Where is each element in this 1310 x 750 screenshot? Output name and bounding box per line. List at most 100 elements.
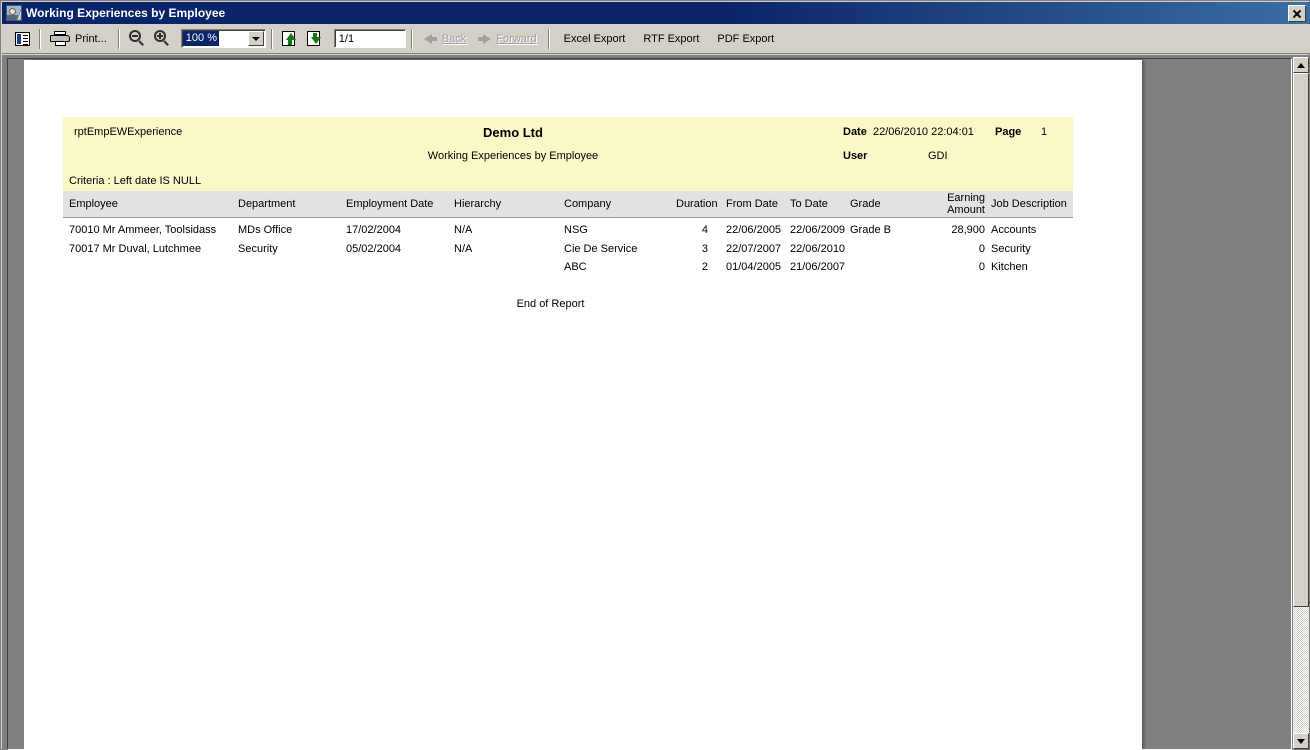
table-row: Security xyxy=(991,243,1031,255)
page-number-value: 1/1 xyxy=(338,32,355,45)
page-up-icon xyxy=(281,30,299,47)
column-header-department: Department xyxy=(238,198,296,210)
table-row: 22/06/2009 xyxy=(790,224,846,236)
table-row: 70010 Mr Ammeer, Toolsidass xyxy=(69,224,217,236)
table-row: 17/02/2004 xyxy=(346,224,402,236)
report-page-label: Page xyxy=(995,126,1022,138)
arrow-right-icon xyxy=(483,33,492,44)
table-row: 01/04/2005 xyxy=(726,261,782,273)
report-designer-icon xyxy=(6,5,22,21)
table-row: 2 xyxy=(701,261,708,273)
report-company-title: Demo Ltd xyxy=(483,125,543,140)
toolbar-separator xyxy=(547,28,550,49)
zoom-out-icon xyxy=(128,30,146,47)
table-row: 22/06/2010 xyxy=(790,243,846,255)
zoom-in-icon xyxy=(153,30,171,47)
table-row: 21/06/2007 xyxy=(790,261,846,273)
table-row: 05/02/2004 xyxy=(346,243,402,255)
report-viewer-window: Working Experiences by Employee Print... xyxy=(0,0,1310,750)
scroll-down-button[interactable] xyxy=(1293,733,1309,749)
scroll-up-button[interactable] xyxy=(1293,57,1309,73)
toolbar-separator xyxy=(410,28,413,49)
zoom-combobox[interactable]: 100 % xyxy=(180,29,266,48)
table-row: Kitchen xyxy=(991,261,1028,273)
arrow-left-stem xyxy=(431,36,437,41)
excel-export-button[interactable]: Excel Export xyxy=(555,29,635,49)
table-row: 0 xyxy=(978,261,985,273)
report-column-header-row: Employee Department Employment Date Hier… xyxy=(63,191,1073,218)
earning-amount-line-1: Earning xyxy=(947,192,985,204)
report-view-icon xyxy=(14,31,30,46)
report-date-value: 22/06/2010 22:04:01 xyxy=(873,126,974,138)
table-row: Cie De Service xyxy=(564,243,638,255)
window-titlebar: Working Experiences by Employee xyxy=(2,2,1310,24)
toolbar-separator xyxy=(117,28,120,49)
report-client-area: rptEmpEWExperience Demo Ltd Working Expe… xyxy=(2,55,1310,750)
triangle-down-icon xyxy=(1297,738,1305,744)
report-data-area: 70010 Mr Ammeer, Toolsidass MDs Office 1… xyxy=(63,218,1073,310)
table-row: 22/07/2007 xyxy=(726,243,782,255)
forward-button[interactable]: Forward xyxy=(472,28,542,50)
column-header-hierarchy: Hierarchy xyxy=(454,198,502,210)
triangle-up-icon xyxy=(1297,62,1305,68)
table-row: 3 xyxy=(701,243,708,255)
scrollbar-track[interactable] xyxy=(1293,73,1309,733)
toolbar-separator xyxy=(39,28,41,49)
column-header-duration: Duration xyxy=(676,198,718,210)
report-content: rptEmpEWExperience Demo Ltd Working Expe… xyxy=(63,117,1073,310)
column-header-to-date: To Date xyxy=(790,198,828,210)
column-header-grade: Grade xyxy=(850,198,881,210)
table-row: 70017 Mr Duval, Lutchmee xyxy=(69,243,202,255)
report-criteria: Criteria : Left date IS NULL xyxy=(69,175,202,187)
page-down-icon xyxy=(306,30,324,47)
zoom-level-value: 100 % xyxy=(182,31,219,46)
window-title: Working Experiences by Employee xyxy=(26,6,226,20)
earning-amount-line-2: Amount xyxy=(947,204,985,216)
scrollbar-thumb[interactable] xyxy=(1293,73,1309,607)
table-row: Grade B xyxy=(850,224,891,236)
column-header-company: Company xyxy=(564,198,612,210)
report-page-sheet: rptEmpEWExperience Demo Ltd Working Expe… xyxy=(24,60,1142,749)
print-label: Print... xyxy=(75,32,107,45)
column-header-job-description: Job Description xyxy=(991,198,1067,210)
column-header-employee: Employee xyxy=(69,198,118,210)
table-row: N/A xyxy=(454,224,473,236)
table-row: 4 xyxy=(701,224,708,236)
table-row: 22/06/2005 xyxy=(726,224,782,236)
rtf-export-button[interactable]: RTF Export xyxy=(634,29,708,49)
toolbar-separator xyxy=(270,28,273,49)
next-page-button[interactable] xyxy=(303,27,328,51)
table-row: 28,900 xyxy=(951,224,985,236)
report-scroll-viewport: rptEmpEWExperience Demo Ltd Working Expe… xyxy=(7,58,1292,750)
report-footer-label: End of Report xyxy=(516,298,585,310)
page-number-input[interactable]: 1/1 xyxy=(333,29,406,48)
chevron-down-icon[interactable] xyxy=(247,31,264,46)
previous-page-button[interactable] xyxy=(278,27,303,51)
column-header-employment-date: Employment Date xyxy=(346,198,434,210)
pdf-export-button[interactable]: PDF Export xyxy=(708,29,783,49)
table-row: NSG xyxy=(564,224,588,236)
printer-icon xyxy=(50,31,70,46)
report-date-label: Date xyxy=(843,126,867,138)
viewer-toolbar: Print... 100 % 1/1 Back Forward Excel Ex… xyxy=(2,24,1310,54)
arrow-left-icon xyxy=(423,33,432,44)
report-header-band: rptEmpEWExperience Demo Ltd Working Expe… xyxy=(63,117,1073,191)
table-row: ABC xyxy=(564,261,587,273)
forward-label: Forward xyxy=(496,32,537,45)
table-row: 0 xyxy=(978,243,985,255)
print-button[interactable]: Print... xyxy=(46,27,113,51)
report-user-label: User xyxy=(843,150,868,162)
table-row: MDs Office xyxy=(238,224,293,236)
report-view-button[interactable] xyxy=(10,27,34,51)
table-row: Accounts xyxy=(991,224,1037,236)
report-user-value: GDI xyxy=(928,150,948,162)
back-button[interactable]: Back xyxy=(418,28,472,50)
column-header-earning-amount: Earning Amount xyxy=(927,192,985,216)
table-row: Security xyxy=(238,243,278,255)
report-page-value: 1 xyxy=(1041,126,1048,138)
vertical-scrollbar[interactable] xyxy=(1293,57,1309,749)
back-label: Back xyxy=(441,32,467,45)
close-icon[interactable] xyxy=(1288,4,1306,22)
zoom-in-button[interactable] xyxy=(150,27,175,51)
zoom-out-button[interactable] xyxy=(125,27,150,51)
